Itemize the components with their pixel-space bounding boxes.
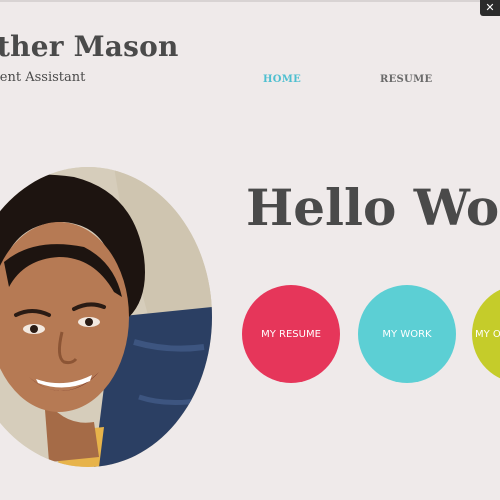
- site-tagline: Development Assistant: [0, 70, 86, 85]
- window-top-border: [0, 0, 500, 2]
- profile-photo: [0, 167, 212, 467]
- my-other-button[interactable]: MY OTHER: [472, 285, 500, 383]
- site-name: Heather Mason: [0, 30, 179, 63]
- my-work-button[interactable]: MY WORK: [358, 285, 456, 383]
- nav-home-link[interactable]: HOME: [263, 74, 301, 85]
- page: ✕ Heather Mason Development Assistant HO…: [0, 0, 500, 500]
- my-resume-button[interactable]: MY RESUME: [242, 285, 340, 383]
- hero-greeting: Hello World: [246, 178, 500, 237]
- close-icon[interactable]: ✕: [480, 0, 500, 16]
- nav-resume-link[interactable]: RESUME: [380, 74, 432, 85]
